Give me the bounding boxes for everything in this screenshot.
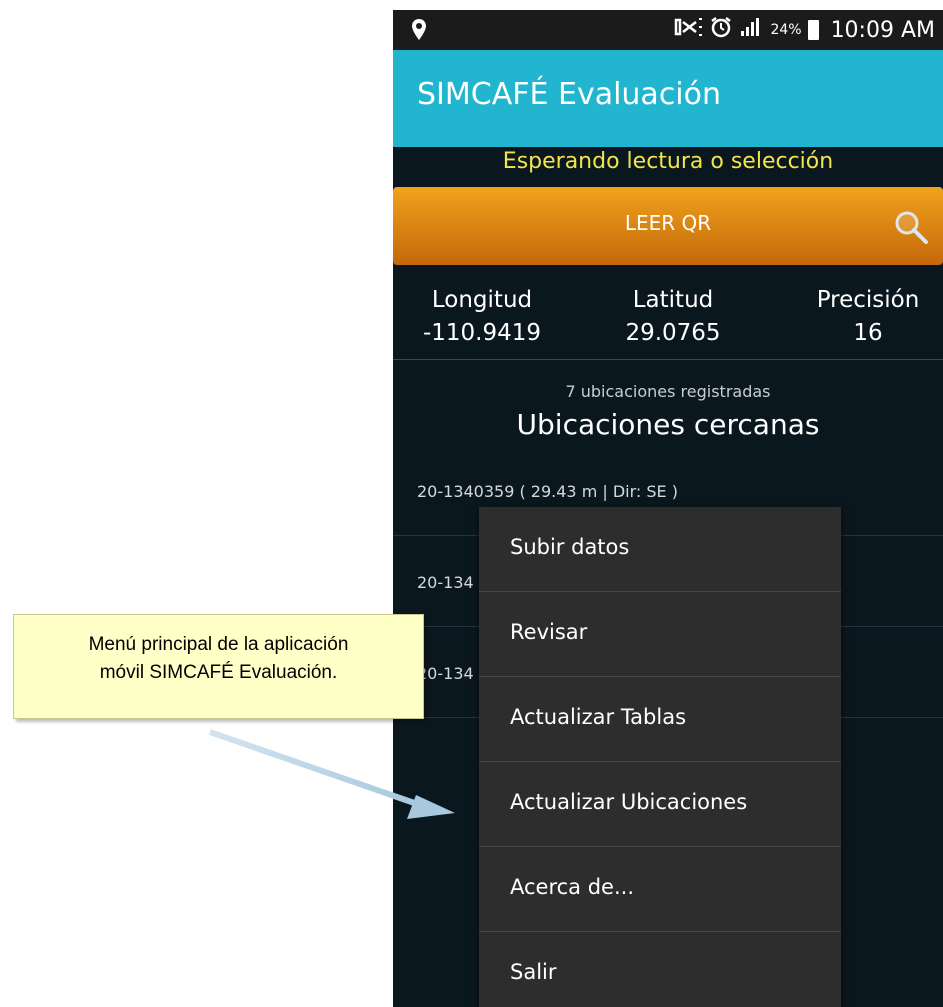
page: 24% 10:09 AM SIMCAFÉ Evaluación Esperand… bbox=[0, 0, 943, 1007]
annotation-line-1: Menú principal de la aplicación bbox=[88, 634, 349, 655]
annotation-callout: Menú principal de la aplicación móvil SI… bbox=[13, 614, 424, 719]
annotation-arrow bbox=[209, 729, 455, 819]
annotation-line-2: móvil SIMCAFÉ Evaluación. bbox=[99, 662, 338, 683]
